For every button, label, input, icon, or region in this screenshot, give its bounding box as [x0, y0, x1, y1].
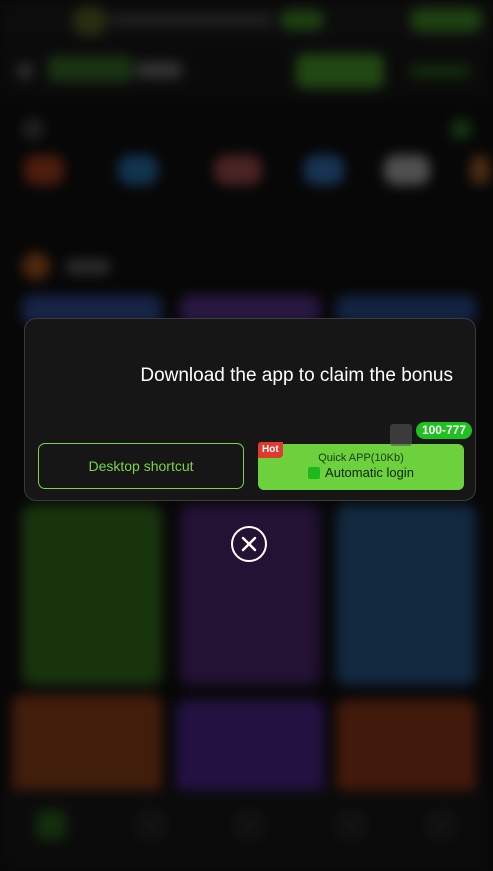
desktop-shortcut-button[interactable]: Desktop shortcut — [38, 443, 244, 489]
app-icon — [390, 424, 412, 446]
bonus-badge: 100-777 — [415, 422, 472, 439]
close-icon[interactable] — [231, 526, 267, 562]
app-square-icon — [308, 466, 321, 479]
desktop-shortcut-label: Desktop shortcut — [88, 458, 194, 474]
modal-title: Download the app to claim the bonus — [140, 365, 453, 386]
quick-app-size-label: Quick APP(10Kb) — [318, 452, 404, 464]
automatic-login-label: Automatic login — [325, 465, 414, 480]
download-app-modal: Download the app to claim the bonus Desk… — [24, 318, 476, 501]
quick-app-button[interactable]: Hot 100-777 Quick APP(10Kb) Automatic lo… — [258, 422, 472, 490]
automatic-login-row: Automatic login — [258, 465, 464, 480]
close-x-icon — [241, 536, 257, 552]
